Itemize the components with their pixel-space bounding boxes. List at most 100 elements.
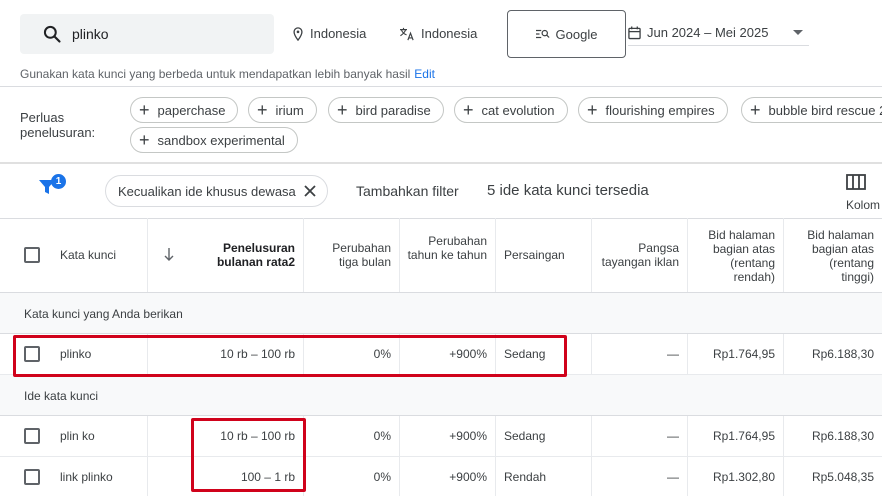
plus-icon: + <box>139 100 150 120</box>
plus-icon: + <box>337 100 348 120</box>
location-pin-icon <box>293 26 303 41</box>
search-input[interactable]: plinko <box>20 14 274 54</box>
cell-yoy: +900% <box>400 334 496 374</box>
broaden-label: Perluas penelusuran: <box>20 110 96 140</box>
search-value: plinko <box>72 26 109 42</box>
header-label: Kata kunci <box>60 248 117 262</box>
chevron-down-icon <box>793 30 803 35</box>
row-checkbox[interactable] <box>24 428 40 444</box>
section-label: Kata kunci yang Anda berikan <box>24 307 183 321</box>
row-checkbox[interactable] <box>24 346 40 362</box>
chip-label: cat evolution <box>481 102 555 118</box>
header-monthly-searches[interactable]: Penelusuran bulanan rata2 <box>148 218 304 292</box>
edit-link[interactable]: Edit <box>414 67 435 81</box>
header-label: Bid halaman bagian atas (rentang tinggi) <box>807 228 874 284</box>
table-row[interactable]: plinko 10 rb – 100 rb 0% +900% Sedang — … <box>0 334 882 375</box>
header-label: Perubahan tiga bulan <box>332 241 391 269</box>
header-label: Bid halaman bagian atas (rentang rendah) <box>708 228 775 284</box>
search-icon <box>43 25 61 43</box>
location-label: Indonesia <box>310 26 367 41</box>
cell-keyword: plinko <box>0 334 148 374</box>
language-selector[interactable]: Indonesia <box>399 26 477 41</box>
header-three-month-change[interactable]: Perubahan tiga bulan <box>304 218 400 292</box>
plus-icon: + <box>587 100 598 120</box>
header-yoy-change[interactable]: Perubahan tahun ke tahun <box>400 218 496 292</box>
cell-three-month: 0% <box>304 334 400 374</box>
network-selector[interactable]: Google <box>507 10 626 58</box>
keyword-count: 5 ide kata kunci tersedia <box>487 182 649 199</box>
cell-keyword: link plinko <box>0 457 148 496</box>
cell-competition: Rendah <box>496 457 592 496</box>
section-label: Ide kata kunci <box>24 389 99 403</box>
header-keyword[interactable]: Kata kunci <box>0 218 148 292</box>
language-label: Indonesia <box>421 26 478 41</box>
cell-monthly: 10 rb – 100 rb <box>148 416 304 456</box>
translate-icon <box>400 27 414 40</box>
broaden-chip[interactable]: + bubble bird rescue 2 <box>741 97 882 123</box>
search-list-icon <box>535 29 550 39</box>
header-ad-impression-share[interactable]: Pangsa tayangan iklan <box>592 218 688 292</box>
row-checkbox[interactable] <box>24 469 40 485</box>
keyword-text: link plinko <box>60 470 113 484</box>
broaden-chip[interactable]: + flourishing empires <box>578 97 728 123</box>
location-selector[interactable]: Indonesia <box>292 26 366 41</box>
header-label: Pangsa tayangan iklan <box>601 241 679 269</box>
date-range-selector[interactable]: Jun 2024 – Mei 2025 <box>628 20 809 46</box>
columns-icon <box>846 174 866 190</box>
broaden-chip[interactable]: + irium <box>248 97 317 123</box>
cell-ad-share: — <box>592 416 688 456</box>
broaden-chip[interactable]: + cat evolution <box>454 97 568 123</box>
hint-text: Gunakan kata kunci yang berbeda untuk me… <box>20 67 435 81</box>
table-row[interactable]: link plinko 100 – 1 rb 0% +900% Rendah —… <box>0 457 882 496</box>
adult-filter-label: Kecualikan ide khusus dewasa <box>118 183 296 199</box>
broaden-chip[interactable]: + paperchase <box>130 97 239 123</box>
chip-label: bird paradise <box>355 102 431 118</box>
select-all-checkbox[interactable] <box>24 247 40 263</box>
cell-monthly: 10 rb – 100 rb <box>148 334 304 374</box>
adult-filter-chip[interactable]: Kecualikan ide khusus dewasa <box>105 175 328 207</box>
cell-keyword: plin ko <box>0 416 148 456</box>
header-bid-low[interactable]: Bid halaman bagian atas (rentang rendah) <box>688 218 784 292</box>
chip-label: sandbox experimental <box>157 132 285 148</box>
header-competition[interactable]: Persaingan <box>496 218 592 292</box>
divider <box>0 162 882 164</box>
cell-bid-low: Rp1.764,95 <box>688 416 784 456</box>
columns-label: Kolom <box>846 198 881 212</box>
plus-icon: + <box>463 100 474 120</box>
calendar-icon <box>628 26 641 39</box>
cell-competition: Sedang <box>496 416 592 456</box>
add-filter-button[interactable]: Tambahkan filter <box>356 183 459 199</box>
keyword-text: plin ko <box>60 429 95 443</box>
cell-monthly: 100 – 1 rb <box>148 457 304 496</box>
header-bid-high[interactable]: Bid halaman bagian atas (rentang tinggi) <box>784 218 882 292</box>
divider <box>0 86 882 87</box>
cell-bid-high: Rp6.188,30 <box>811 429 874 443</box>
columns-button[interactable]: Kolom <box>846 174 880 212</box>
broaden-chip[interactable]: + bird paradise <box>328 97 444 123</box>
cell-three-month: 0% <box>304 457 400 496</box>
arrow-down-icon <box>164 248 174 261</box>
table-row[interactable]: plin ko 10 rb – 100 rb 0% +900% Sedang —… <box>0 416 882 457</box>
cell-yoy: +900% <box>400 416 496 456</box>
broaden-chip[interactable]: + sandbox experimental <box>130 127 298 153</box>
keyword-text: plinko <box>60 347 92 361</box>
cell-bid-low: Rp1.764,95 <box>688 334 784 374</box>
plus-icon: + <box>257 100 268 120</box>
cell-yoy: +900% <box>400 457 496 496</box>
cell-competition: Sedang <box>496 334 592 374</box>
cell-bid-high: Rp5.048,35 <box>811 470 874 484</box>
header-label: Persaingan <box>504 248 565 262</box>
cell-three-month: 0% <box>304 416 400 456</box>
header-label: Penelusuran bulanan rata2 <box>216 241 295 269</box>
hint-message: Gunakan kata kunci yang berbeda untuk me… <box>20 67 411 81</box>
chip-label: paperchase <box>157 102 226 118</box>
cell-ad-share: — <box>592 457 688 496</box>
chip-label: flourishing empires <box>605 102 715 118</box>
network-label: Google <box>555 26 598 42</box>
close-icon[interactable] <box>302 183 318 199</box>
chip-label: bubble bird rescue 2 <box>768 102 882 118</box>
cell-ad-share: — <box>592 334 688 374</box>
cell-bid-low: Rp1.302,80 <box>688 457 784 496</box>
chip-label: irium <box>275 102 304 118</box>
header-label: Perubahan tahun ke tahun <box>407 234 487 262</box>
